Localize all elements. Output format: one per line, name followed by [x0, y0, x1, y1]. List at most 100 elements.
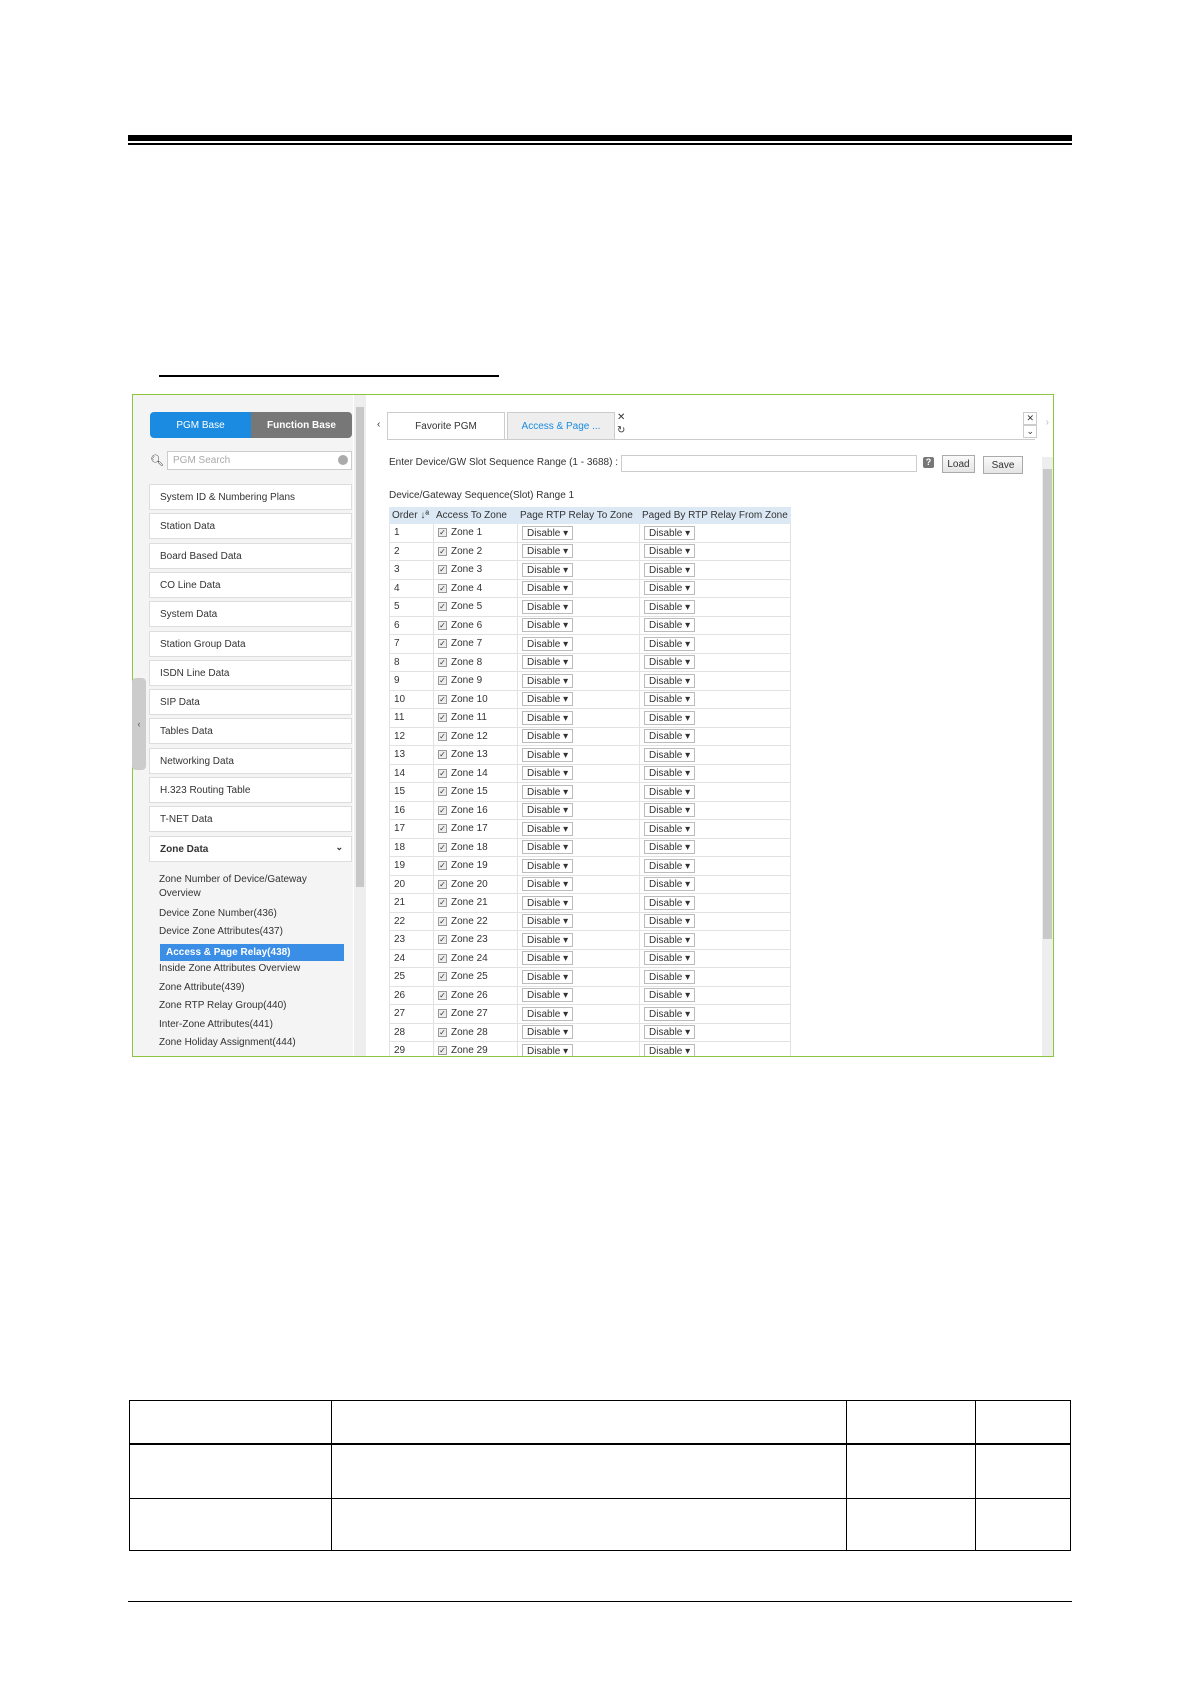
page-relay-select[interactable]: Disable ▾	[522, 692, 574, 707]
page-relay-select[interactable]: Disable ▾	[522, 1043, 574, 1056]
sidebar-subitem[interactable]: Access & Page Relay(438)	[160, 944, 344, 961]
checkbox-checked-icon[interactable]: ✓	[438, 583, 447, 593]
checkbox-checked-icon[interactable]: ✓	[438, 602, 447, 612]
paged-by-select[interactable]: Disable ▾	[644, 581, 696, 596]
tab-list-chevron-icon[interactable]: ⌄	[1023, 425, 1037, 438]
sidebar-item[interactable]: CO Line Data	[149, 571, 352, 598]
checkbox-checked-icon[interactable]: ✓	[438, 1046, 447, 1056]
paged-by-select[interactable]: Disable ▾	[644, 877, 696, 892]
sidebar-item[interactable]: Station Data	[149, 513, 352, 540]
checkbox-checked-icon[interactable]: ✓	[438, 731, 447, 741]
page-relay-select[interactable]: Disable ▾	[522, 525, 574, 540]
paged-by-select[interactable]: Disable ▾	[644, 729, 696, 744]
page-relay-select[interactable]: Disable ▾	[522, 877, 574, 892]
checkbox-checked-icon[interactable]: ✓	[438, 546, 447, 556]
paged-by-select[interactable]: Disable ▾	[644, 821, 696, 836]
page-relay-select[interactable]: Disable ▾	[522, 803, 574, 818]
sidebar-item[interactable]: SIP Data	[149, 689, 352, 716]
refresh-icon[interactable]: ↻	[617, 425, 625, 436]
page-relay-select[interactable]: Disable ▾	[522, 581, 574, 596]
sidebar-item[interactable]: System Data	[149, 601, 352, 628]
checkbox-checked-icon[interactable]: ✓	[438, 898, 447, 908]
page-relay-select[interactable]: Disable ▾	[522, 1025, 574, 1040]
checkbox-checked-icon[interactable]: ✓	[438, 824, 447, 834]
page-relay-select[interactable]: Disable ▾	[522, 562, 574, 577]
checkbox-checked-icon[interactable]: ✓	[438, 879, 447, 889]
paged-by-select[interactable]: Disable ▾	[644, 525, 696, 540]
paged-by-select[interactable]: Disable ▾	[644, 766, 696, 781]
paged-by-select[interactable]: Disable ▾	[644, 784, 696, 799]
paged-by-select[interactable]: Disable ▾	[644, 655, 696, 670]
column-header[interactable]: Order ↓ª	[389, 507, 434, 524]
page-relay-select[interactable]: Disable ▾	[522, 655, 574, 670]
tabs-prev-icon[interactable]: ‹	[377, 419, 380, 430]
checkbox-checked-icon[interactable]: ✓	[438, 694, 447, 704]
sidebar-scrollbar[interactable]	[354, 395, 366, 1056]
paged-by-select[interactable]: Disable ▾	[644, 803, 696, 818]
paged-by-select[interactable]: Disable ▾	[644, 673, 696, 688]
checkbox-checked-icon[interactable]: ✓	[438, 1009, 447, 1019]
sidebar-item[interactable]: T-NET Data	[149, 806, 352, 833]
paged-by-select[interactable]: Disable ▾	[644, 544, 696, 559]
checkbox-checked-icon[interactable]: ✓	[438, 620, 447, 630]
paged-by-select[interactable]: Disable ▾	[644, 858, 696, 873]
checkbox-checked-icon[interactable]: ✓	[438, 972, 447, 982]
checkbox-checked-icon[interactable]: ✓	[438, 657, 447, 667]
range-input[interactable]	[621, 455, 917, 472]
tab-favorite-pgm[interactable]: Favorite PGM	[387, 412, 505, 440]
paged-by-select[interactable]: Disable ▾	[644, 895, 696, 910]
paged-by-select[interactable]: Disable ▾	[644, 840, 696, 855]
page-relay-select[interactable]: Disable ▾	[522, 1006, 574, 1021]
sidebar-subitem[interactable]: Inside Zone Attributes Overview	[159, 962, 349, 976]
page-relay-select[interactable]: Disable ▾	[522, 932, 574, 947]
sidebar-item[interactable]: Board Based Data	[149, 542, 352, 569]
checkbox-checked-icon[interactable]: ✓	[438, 713, 447, 723]
sidebar-subitem[interactable]: Zone Holiday Assignment(444)	[159, 1036, 349, 1050]
paged-by-select[interactable]: Disable ▾	[644, 969, 696, 984]
sidebar-item[interactable]: Networking Data	[149, 747, 352, 774]
checkbox-checked-icon[interactable]: ✓	[438, 916, 447, 926]
sidebar-item[interactable]: Station Group Data	[149, 630, 352, 657]
sidebar-item[interactable]: H.323 Routing Table	[149, 777, 352, 803]
load-button[interactable]: Load	[942, 455, 975, 473]
paged-by-select[interactable]: Disable ▾	[644, 914, 696, 929]
paged-by-select[interactable]: Disable ▾	[644, 932, 696, 947]
column-header[interactable]: Page RTP Relay To Zone	[517, 507, 640, 524]
checkbox-checked-icon[interactable]: ✓	[438, 953, 447, 963]
collapse-sidebar-button[interactable]: ‹	[132, 678, 146, 770]
paged-by-select[interactable]: Disable ▾	[644, 951, 696, 966]
column-header[interactable]: Access To Zone	[433, 507, 518, 524]
checkbox-checked-icon[interactable]: ✓	[438, 639, 447, 649]
scroll-thumb[interactable]	[356, 407, 364, 887]
page-relay-select[interactable]: Disable ▾	[522, 821, 574, 836]
paged-by-select[interactable]: Disable ▾	[644, 692, 696, 707]
clear-icon[interactable]	[338, 455, 348, 465]
checkbox-checked-icon[interactable]: ✓	[438, 935, 447, 945]
function-base-tab[interactable]: Function Base	[251, 412, 352, 438]
tab-access-page[interactable]: Access & Page ...	[507, 412, 615, 440]
paged-by-select[interactable]: Disable ▾	[644, 1043, 696, 1056]
pgm-base-tab[interactable]: PGM Base	[150, 412, 251, 438]
sidebar-subitem[interactable]: Zone RTP Relay Group(440)	[159, 999, 349, 1013]
page-relay-select[interactable]: Disable ▾	[522, 710, 574, 725]
paged-by-select[interactable]: Disable ▾	[644, 618, 696, 633]
main-scrollbar[interactable]	[1042, 457, 1053, 1056]
checkbox-checked-icon[interactable]: ✓	[438, 805, 447, 815]
sidebar-item[interactable]: ISDN Line Data	[149, 659, 352, 686]
sidebar-item[interactable]: Tables Data	[149, 718, 352, 745]
close-tab-icon[interactable]: ✕	[617, 412, 625, 423]
checkbox-checked-icon[interactable]: ✓	[438, 565, 447, 575]
save-button[interactable]: Save	[983, 456, 1023, 474]
checkbox-checked-icon[interactable]: ✓	[438, 676, 447, 686]
sidebar-subitem[interactable]: Zone Number of Device/Gateway Overview	[159, 873, 319, 901]
paged-by-select[interactable]: Disable ▾	[644, 747, 696, 762]
tabs-next-icon[interactable]: ›	[1046, 417, 1049, 428]
sidebar-subitem[interactable]: Device Zone Attributes(437)	[159, 925, 349, 939]
page-relay-select[interactable]: Disable ▾	[522, 858, 574, 873]
search-input[interactable]: PGM Search	[167, 451, 352, 470]
paged-by-select[interactable]: Disable ▾	[644, 710, 696, 725]
paged-by-select[interactable]: Disable ▾	[644, 1006, 696, 1021]
sidebar-subitem[interactable]: Inter-Zone Attributes(441)	[159, 1018, 349, 1032]
checkbox-checked-icon[interactable]: ✓	[438, 528, 447, 538]
checkbox-checked-icon[interactable]: ✓	[438, 990, 447, 1000]
